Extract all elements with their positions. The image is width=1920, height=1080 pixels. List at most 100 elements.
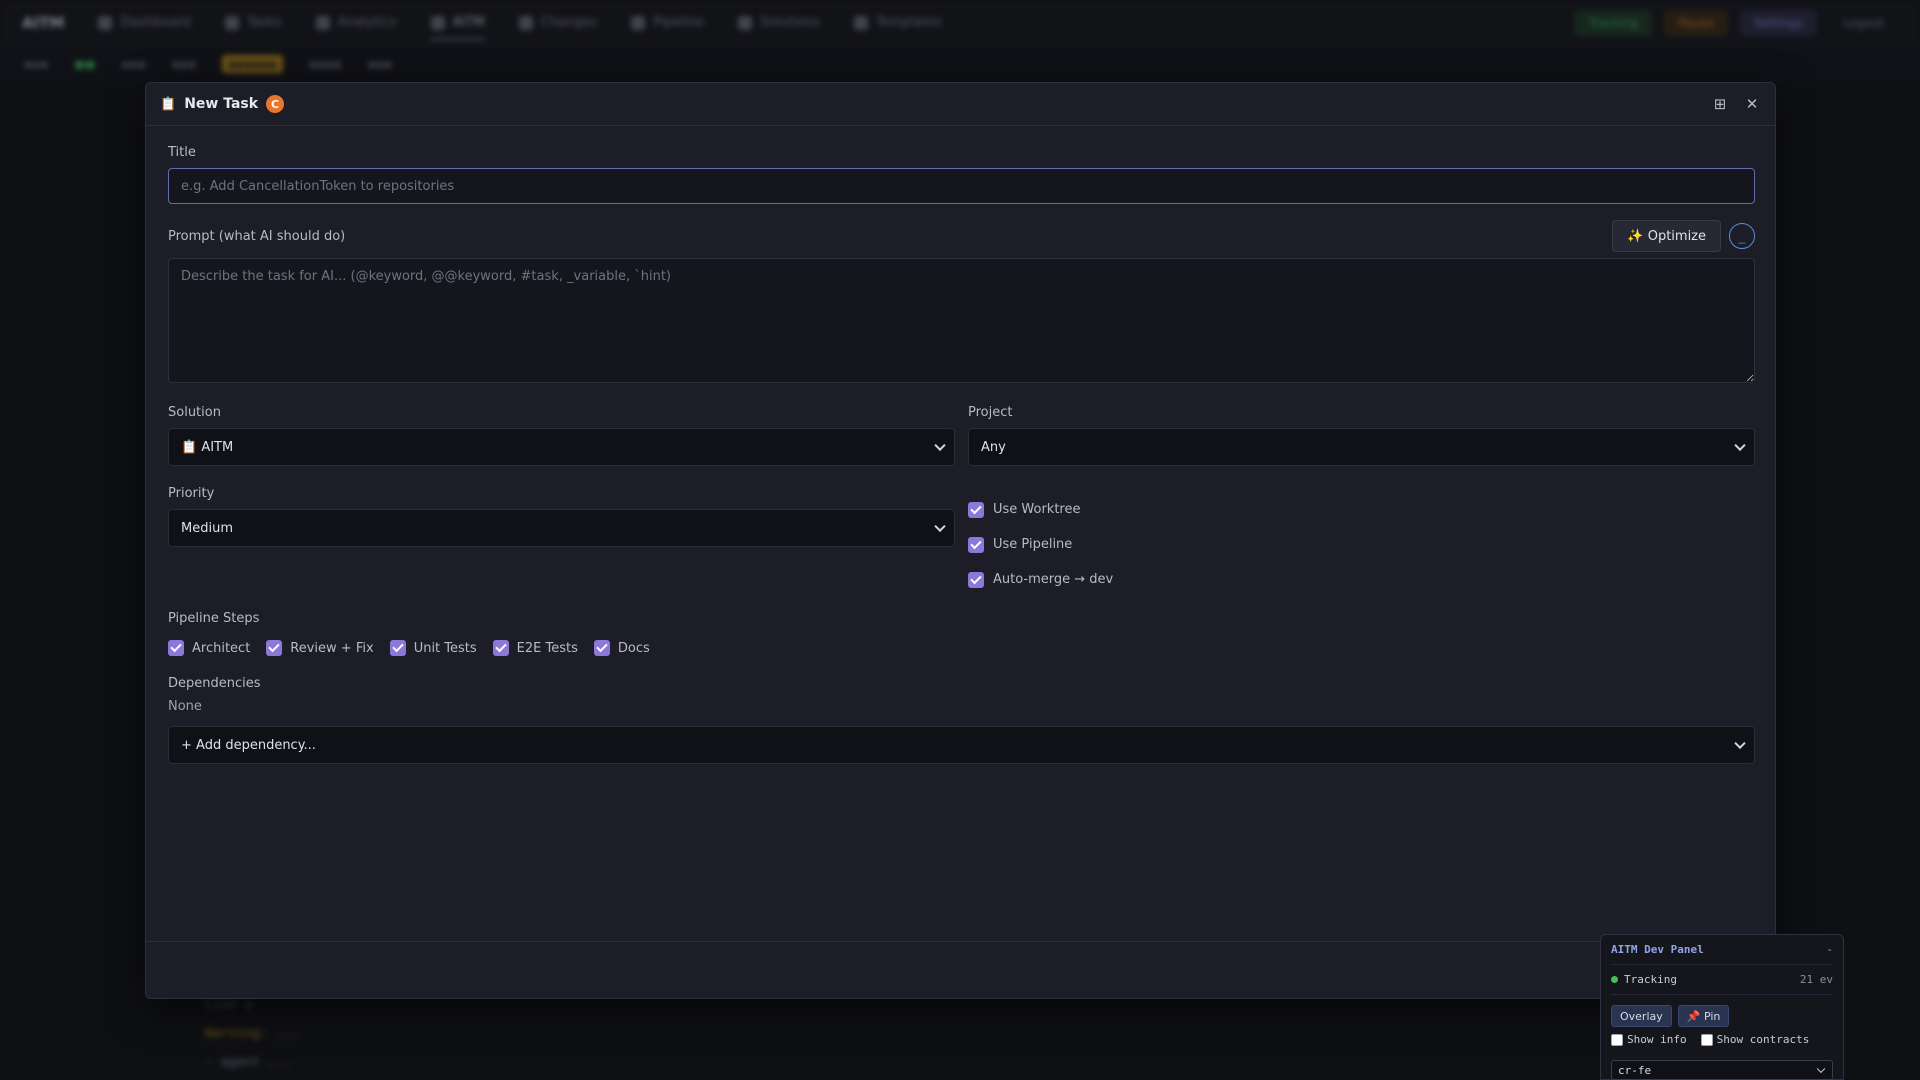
step-review-fix[interactable]: Review + Fix xyxy=(266,640,374,656)
minimize-button[interactable]: - xyxy=(1826,943,1833,956)
pause-pill[interactable]: Pause xyxy=(1664,9,1728,36)
title-input[interactable] xyxy=(168,168,1755,204)
show-info-check[interactable]: Show info xyxy=(1611,1033,1687,1046)
step-docs[interactable]: Docs xyxy=(593,640,650,656)
modal-title: New Task xyxy=(184,96,259,112)
priority-label: Priority xyxy=(168,486,215,501)
dev-panel-checks: Show info Show contracts xyxy=(1611,1033,1833,1046)
log-line: Warning: ... xyxy=(205,1026,299,1041)
tab-icon xyxy=(853,15,868,30)
modal-body: Title Prompt (what AI should do) ✨ Optim… xyxy=(168,145,1755,764)
project-field: Project Any xyxy=(968,405,1755,466)
nav-tab[interactable]: Dashboard xyxy=(98,15,191,30)
priority-field: Priority Medium xyxy=(168,486,955,597)
nav-tab[interactable]: Changes xyxy=(518,15,597,30)
add-dependency-value: + Add dependency... xyxy=(181,737,316,753)
tab-icon xyxy=(518,15,533,30)
nav-tab[interactable]: Templates xyxy=(853,15,942,30)
priority-select[interactable]: Medium xyxy=(168,509,955,547)
solution-select[interactable]: 📋 AITM xyxy=(168,428,955,466)
chevron-down-icon xyxy=(1734,439,1746,452)
step-label: Unit Tests xyxy=(413,640,477,656)
show-contracts-check[interactable]: Show contracts xyxy=(1700,1033,1809,1046)
logout-pill[interactable]: Logout xyxy=(1829,10,1898,36)
checkbox-checked-icon[interactable] xyxy=(968,501,984,518)
c-badge: C xyxy=(266,95,285,113)
dev-panel-buttons: Overlay 📌 Pin xyxy=(1611,1005,1833,1027)
optimize-button[interactable]: ✨ Optimize xyxy=(1612,220,1721,252)
sub-toolbar: ▪▪▪ ●● ▪▪▪ ▪▪▪ ▪▪▪▪▪▪ ▪▪▪▪ ▪▪▪ xyxy=(0,46,1920,82)
tab-icon xyxy=(738,15,753,30)
dev-panel-select[interactable]: cr-fe xyxy=(1611,1060,1833,1080)
checkbox-checked-icon[interactable] xyxy=(968,536,984,553)
option-label: Use Pipeline xyxy=(993,537,1073,552)
checkbox-checked-icon[interactable] xyxy=(168,640,184,656)
step-label: Docs xyxy=(617,640,650,656)
prompt-textarea[interactable] xyxy=(168,258,1755,383)
sub-item: ●● xyxy=(74,57,96,71)
overlay-button[interactable]: Overlay xyxy=(1611,1005,1672,1027)
step-e2e-tests[interactable]: E2E Tests xyxy=(492,640,578,656)
tab-icon xyxy=(315,15,330,30)
tracking-pill[interactable]: Tracking xyxy=(1574,9,1653,36)
checkbox-checked-icon[interactable] xyxy=(968,571,984,588)
clipboard-icon: 📋 xyxy=(160,96,177,112)
log-line: - agent ... xyxy=(205,1055,292,1070)
dev-panel-title: AITM Dev Panel xyxy=(1611,943,1704,956)
title-label: Title xyxy=(168,145,196,160)
app-brand: AITM xyxy=(22,13,65,32)
voice-circle-button[interactable]: _ xyxy=(1729,223,1755,249)
project-select[interactable]: Any xyxy=(968,428,1755,466)
prompt-label: Prompt (what AI should do) xyxy=(168,228,346,244)
checkbox-checked-icon[interactable] xyxy=(389,640,406,656)
priority-value: Medium xyxy=(181,520,233,536)
chevron-down-icon xyxy=(934,439,946,452)
step-architect[interactable]: Architect xyxy=(168,640,250,656)
dev-panel-status: Tracking 21 ev xyxy=(1611,965,1833,995)
checkbox-checked-icon[interactable] xyxy=(266,640,283,656)
nav-tab-active[interactable]: AITM xyxy=(430,15,485,40)
settings-pill[interactable]: Settings xyxy=(1739,9,1817,36)
checkbox-unchecked-icon[interactable] xyxy=(1700,1033,1713,1046)
show-info-label: Show info xyxy=(1627,1033,1687,1046)
pipeline-steps: Architect Review + Fix Unit Tests E2E Te… xyxy=(168,640,1755,656)
use-pipeline-option[interactable]: Use Pipeline xyxy=(968,527,1755,562)
step-unit-tests[interactable]: Unit Tests xyxy=(389,640,477,656)
checkbox-unchecked-icon[interactable] xyxy=(1611,1033,1623,1046)
modal-header: 📋 New Task C ⊞ ✕ xyxy=(146,83,1775,126)
checkbox-checked-icon[interactable] xyxy=(593,640,610,656)
solution-project-row: Solution 📋 AITM Project Any xyxy=(168,405,1755,466)
tab-icon xyxy=(430,15,445,30)
checkbox-checked-icon[interactable] xyxy=(492,640,509,656)
sub-item: ▪▪▪ xyxy=(171,57,197,71)
nav-tab[interactable]: Analytics xyxy=(315,15,397,30)
solution-value: 📋 AITM xyxy=(181,439,234,455)
close-icon[interactable]: ✕ xyxy=(1743,95,1761,113)
solution-label: Solution xyxy=(168,405,221,420)
chevron-down-icon xyxy=(1816,1064,1826,1074)
add-dependency-select[interactable]: + Add dependency... xyxy=(168,726,1755,764)
top-right-actions: Tracking Pause Settings Logout xyxy=(1574,9,1898,36)
status-text: Tracking xyxy=(1624,973,1677,986)
sub-item: ▪▪▪▪ xyxy=(308,57,342,71)
chevron-down-icon xyxy=(1734,737,1746,750)
priority-options-row: Priority Medium Use Worktree Use Pipelin… xyxy=(168,486,1755,597)
use-worktree-option[interactable]: Use Worktree xyxy=(968,492,1755,527)
solution-field: Solution 📋 AITM xyxy=(168,405,955,466)
project-label: Project xyxy=(968,405,1013,420)
chevron-down-icon xyxy=(934,520,946,533)
nav-tab[interactable]: Solutions xyxy=(738,15,820,30)
top-nav-bar: AITM Dashboard Tasks Analytics AITM Chan… xyxy=(0,0,1920,46)
step-label: E2E Tests xyxy=(516,640,578,656)
project-value: Any xyxy=(981,439,1006,455)
nav-tab[interactable]: Pipeline xyxy=(631,15,704,30)
auto-merge-option[interactable]: Auto-merge → dev xyxy=(968,562,1755,597)
tab-icon xyxy=(224,15,239,30)
nav-tab[interactable]: Tasks xyxy=(224,15,282,30)
tab-icon xyxy=(98,15,113,30)
option-label: Use Worktree xyxy=(993,502,1081,517)
expand-icon[interactable]: ⊞ xyxy=(1711,95,1729,113)
pin-button[interactable]: 📌 Pin xyxy=(1677,1005,1730,1027)
status-dot-icon xyxy=(1611,976,1618,983)
modal-footer-divider xyxy=(146,941,1775,942)
